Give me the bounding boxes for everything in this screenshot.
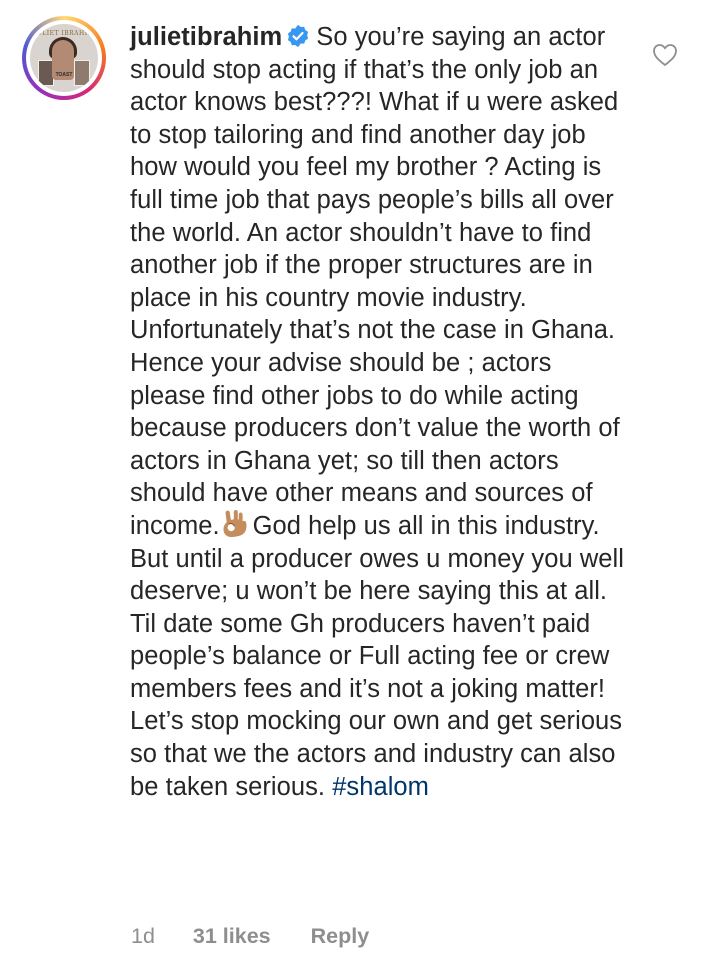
reply-button[interactable]: Reply: [311, 924, 370, 949]
comment-body: julietibrahim So you’re saying an actor s…: [130, 21, 630, 803]
comment-text-part-1: So you’re saying an actor should stop ac…: [130, 23, 620, 540]
avatar-poster-right: [74, 60, 90, 86]
likes-count-button[interactable]: 31 likes: [193, 924, 271, 949]
avatar-title: JULIET IBRAHIM: [33, 30, 95, 37]
avatar-caption: TOAST: [55, 72, 73, 78]
username[interactable]: julietibrahim: [130, 23, 282, 51]
avatar[interactable]: JULIET IBRAHIM TOAST: [30, 24, 98, 92]
avatar-story-ring[interactable]: JULIET IBRAHIM TOAST: [22, 16, 106, 100]
comment-meta: 1d 31 likes Reply: [131, 924, 369, 949]
ok-hand-emoji-icon: [222, 509, 247, 538]
comment-text-part-2: God help us all in this industry. But un…: [130, 511, 624, 801]
hashtag-link[interactable]: #shalom: [332, 773, 429, 801]
heart-outline-icon[interactable]: [652, 43, 678, 67]
verified-badge-icon: [286, 24, 310, 48]
avatar-ring-gap: JULIET IBRAHIM TOAST: [26, 20, 102, 96]
timestamp: 1d: [131, 924, 155, 948]
comment: JULIET IBRAHIM TOAST julietibrahim So you…: [0, 0, 720, 974]
